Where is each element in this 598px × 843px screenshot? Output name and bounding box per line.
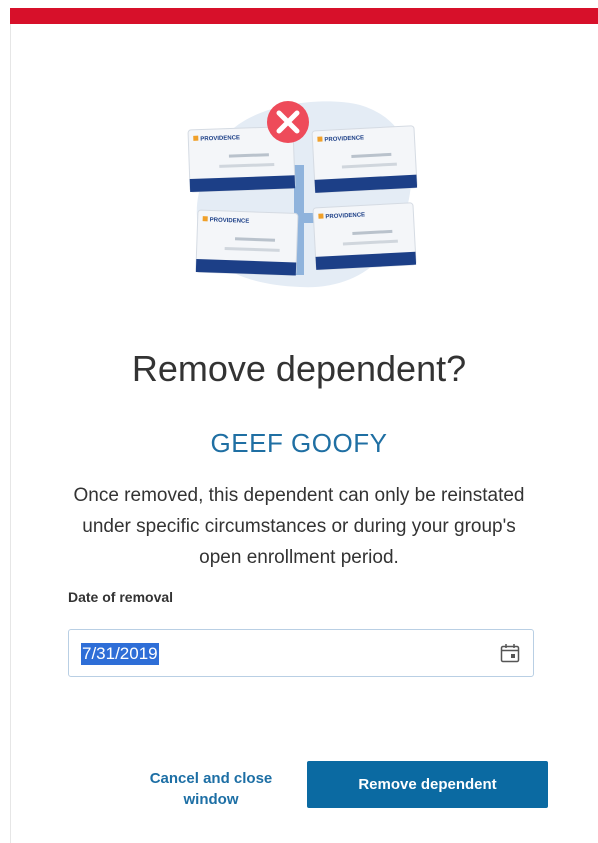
dependent-name: GEEF GOOFY xyxy=(210,428,388,458)
remove-x-icon xyxy=(267,101,309,143)
date-value[interactable]: 7/31/2019 xyxy=(81,643,159,665)
date-of-removal-input[interactable]: 7/31/2019 xyxy=(68,629,534,677)
dialog-title: Remove dependent? xyxy=(131,348,467,389)
top-accent-bar xyxy=(10,8,598,24)
removal-description: Once removed, this dependent can only be… xyxy=(73,485,525,568)
remove-dependent-button[interactable]: Remove dependent xyxy=(307,761,548,808)
cancel-and-close-link[interactable]: Cancel and close window xyxy=(140,768,282,810)
calendar-icon[interactable] xyxy=(499,642,521,664)
insurance-cards-illustration: PROVIDENCE PROVIDENCE PROVIDENCE PROVIDE… xyxy=(187,101,418,288)
date-of-removal-label: Date of removal xyxy=(68,589,174,605)
